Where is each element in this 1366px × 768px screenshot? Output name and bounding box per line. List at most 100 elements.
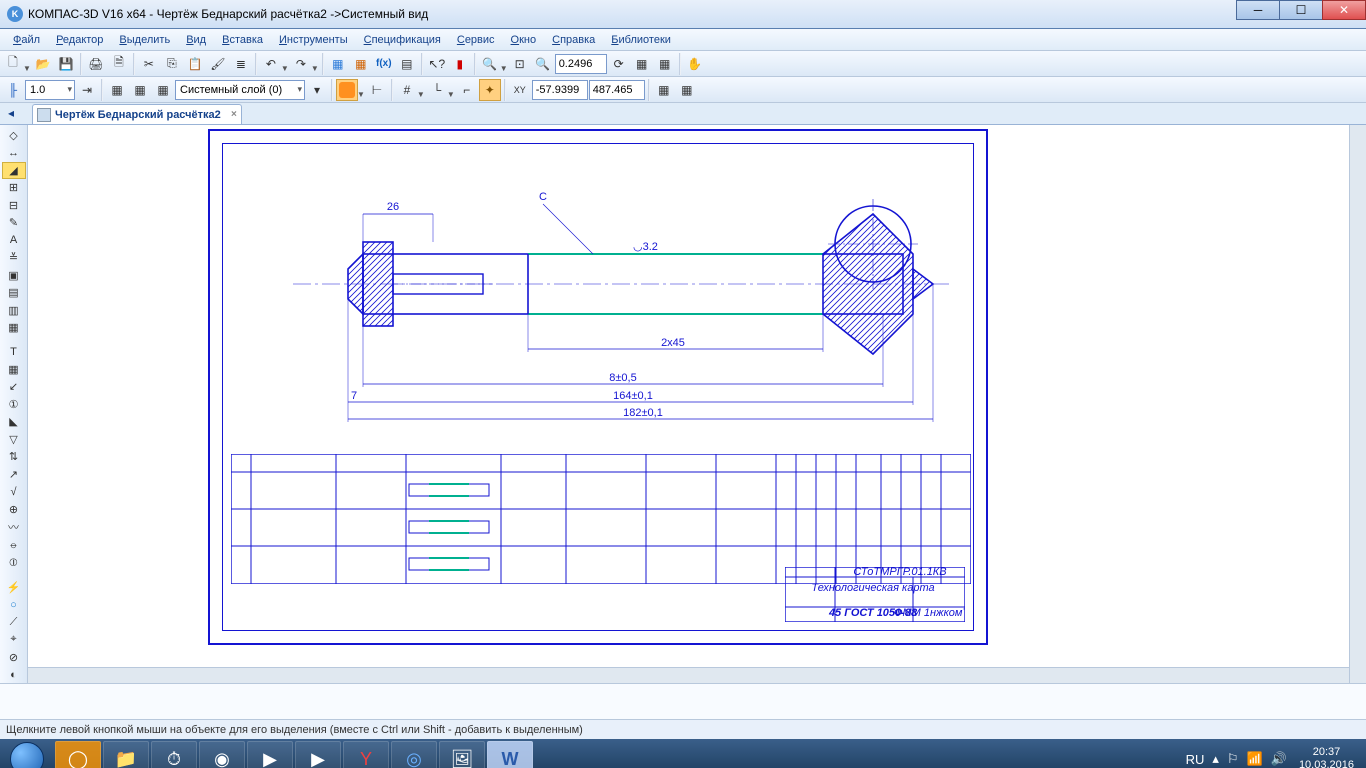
balloon-tool-button[interactable]: ① (2, 396, 26, 413)
view-mgr-button1[interactable]: ▦ (631, 53, 653, 75)
start-button[interactable] (0, 739, 54, 768)
menu-libs[interactable]: Библиотеки (603, 32, 679, 48)
tool-dims[interactable]: ↔ (2, 145, 26, 162)
tool-select[interactable]: ▣ (2, 267, 26, 284)
tray-volume-icon[interactable]: 🔊 (1271, 751, 1287, 767)
taskbar-word[interactable]: W (487, 741, 533, 768)
zoom-input[interactable] (555, 54, 607, 74)
local-cs-button[interactable]: ✦ (479, 79, 501, 101)
state-button2[interactable]: ▦ (129, 79, 151, 101)
manager-button[interactable]: ▦ (327, 53, 349, 75)
document-tab-active[interactable]: Чертёж Беднарский расчётка2 × (32, 104, 242, 124)
taskbar-app-2[interactable]: ⏱ (151, 741, 197, 768)
ortho-button[interactable]: └ (426, 79, 448, 101)
taskbar-app-1[interactable]: ◯ (55, 741, 101, 768)
drawing-canvas[interactable]: 26 С ◡3.2 2х45 8±0,5 164±0,1 182±0,1 7 (28, 125, 1366, 683)
undo-button[interactable]: ↶ (260, 53, 282, 75)
tool-reports[interactable]: ▥ (2, 302, 26, 319)
hand-button[interactable]: ✋ (684, 53, 706, 75)
stop-button[interactable]: ▮ (449, 53, 471, 75)
leader-tool-button[interactable]: ↙ (2, 378, 26, 395)
layer-dropdown-button[interactable]: ▾ (306, 79, 328, 101)
taskbar-app-3[interactable]: ▶ (295, 741, 341, 768)
menu-view[interactable]: Вид (178, 32, 214, 48)
menu-window[interactable]: Окно (503, 32, 545, 48)
tool-spec[interactable]: ▤ (2, 285, 26, 302)
tool-grid-a[interactable]: ⊞ (2, 180, 26, 197)
refresh-button[interactable]: ⟳ (608, 53, 630, 75)
zoom-fit-button[interactable]: ⊡ (509, 53, 531, 75)
tray-chevron-icon[interactable]: ▴ (1212, 751, 1219, 767)
step-button[interactable]: ⇥ (76, 79, 98, 101)
tool-notation[interactable]: ◢ (2, 162, 26, 179)
round-button[interactable]: ⌐ (456, 79, 478, 101)
linestyle-button[interactable]: ╟ (2, 79, 24, 101)
tool-param[interactable]: A (2, 232, 26, 249)
menu-help[interactable]: Справка (544, 32, 603, 48)
select-arrow-button[interactable]: ↖? (426, 53, 448, 75)
axis-tool-b-button[interactable]: ⦶ (2, 555, 26, 572)
zoom-in-button[interactable]: 🔍 (479, 53, 501, 75)
vars-button[interactable]: ▦ (350, 53, 372, 75)
center-tool-button[interactable]: ⊕ (2, 501, 26, 518)
cut-button[interactable]: ✂ (138, 53, 160, 75)
print-button[interactable]: 🖨 (85, 53, 107, 75)
taskbar-photos[interactable]: 🖼 (439, 741, 485, 768)
lineweight-combo[interactable]: 1.0 (25, 80, 75, 100)
menu-service[interactable]: Сервис (449, 32, 503, 48)
minimize-button[interactable]: ─ (1236, 0, 1280, 20)
menu-file[interactable]: Файл (5, 32, 48, 48)
menu-tools[interactable]: Инструменты (271, 32, 356, 48)
roughness-tool-button[interactable]: √ (2, 483, 26, 500)
tray-clock[interactable]: 20:37 10.03.2016 (1299, 746, 1354, 768)
tray-network-icon[interactable]: 📶 (1247, 751, 1263, 767)
tab-nav-left[interactable]: ◂ (8, 106, 14, 120)
aux-tool2[interactable]: ○ (2, 596, 26, 613)
taskbar-kompas[interactable]: ◎ (391, 741, 437, 768)
zoom-window-button[interactable]: 🔍 (532, 53, 554, 75)
redo-button[interactable]: ↷ (290, 53, 312, 75)
cut-line-button[interactable]: ⇅ (2, 448, 26, 465)
aux-tool6[interactable]: ◐ (2, 666, 26, 683)
grid-button[interactable]: # (396, 79, 418, 101)
layers-button[interactable]: ▤ (396, 53, 418, 75)
menu-edit[interactable]: Редактор (48, 32, 111, 48)
copy-button[interactable]: ⎘ (161, 53, 183, 75)
close-button[interactable]: ✕ (1322, 0, 1366, 20)
open-button[interactable]: 📂 (32, 53, 54, 75)
taskbar-media[interactable]: ▶ (247, 741, 293, 768)
tool-geometry[interactable]: ◇ (2, 127, 26, 144)
coord-y-input[interactable] (589, 80, 645, 100)
view-mgr-button2[interactable]: ▦ (654, 53, 676, 75)
taskbar-chrome[interactable]: ◉ (199, 741, 245, 768)
horizontal-scrollbar[interactable] (28, 667, 1350, 683)
props-button[interactable]: ≣ (230, 53, 252, 75)
maximize-button[interactable]: ☐ (1279, 0, 1323, 20)
text-tool-button[interactable]: T (2, 343, 26, 360)
tool-grid-b[interactable]: ⊟ (2, 197, 26, 214)
tool-insert[interactable]: ▦ (2, 320, 26, 337)
weld-tool-button[interactable]: ◣ (2, 413, 26, 430)
aux-tool4[interactable]: ⌖ (2, 631, 26, 648)
tray-lang[interactable]: RU (1186, 752, 1205, 767)
arrow-tool-button[interactable]: ↗ (2, 466, 26, 483)
fx-button[interactable]: f(x) (373, 53, 395, 75)
coord-x-input[interactable] (532, 80, 588, 100)
snap-toggle-button[interactable] (336, 79, 358, 101)
tool-edit[interactable]: ✎ (2, 215, 26, 232)
menu-insert[interactable]: Вставка (214, 32, 271, 48)
dim-button[interactable]: ⊢ (366, 79, 388, 101)
axis-tool-a-button[interactable]: ⦵ (2, 537, 26, 554)
layer-combo[interactable]: Системный слой (0) (175, 80, 305, 100)
base-tool-button[interactable]: ▽ (2, 431, 26, 448)
taskbar-explorer[interactable]: 📁 (103, 741, 149, 768)
misc-button1[interactable]: ▦ (653, 79, 675, 101)
tab-close-icon[interactable]: × (231, 109, 237, 120)
table-tool-button[interactable]: ▦ (2, 361, 26, 378)
taskbar-yandex[interactable]: Y (343, 741, 389, 768)
paste-button[interactable]: 📋 (184, 53, 206, 75)
menu-spec[interactable]: Спецификация (356, 32, 449, 48)
tool-measure[interactable]: ≚ (2, 250, 26, 267)
brush-button[interactable]: 🖌 (207, 53, 229, 75)
aux-tool1[interactable]: ⚡ (2, 579, 26, 596)
